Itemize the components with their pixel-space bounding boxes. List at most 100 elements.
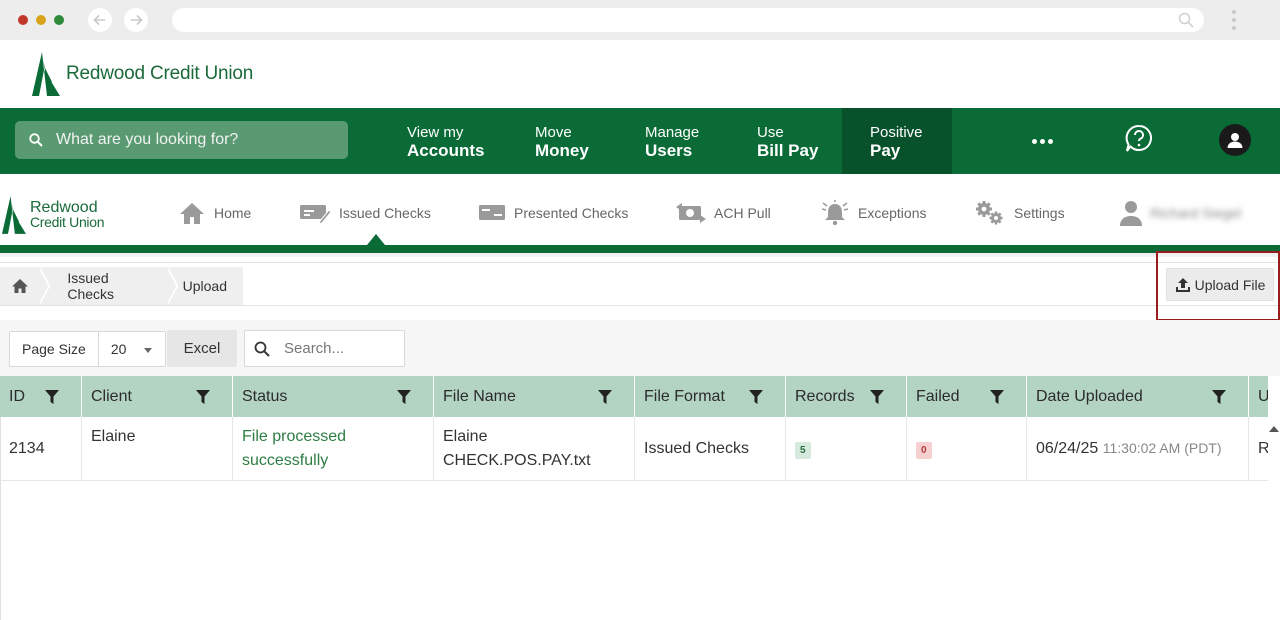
grid-search-input[interactable] (284, 340, 394, 357)
gears-icon (974, 200, 1006, 226)
browser-forward-button[interactable] (124, 8, 148, 32)
nav-manage-users[interactable]: Manage Users (645, 108, 699, 174)
records-badge[interactable]: 5 (795, 441, 811, 459)
window-maximize-dot[interactable] (54, 15, 64, 25)
column-header-client[interactable]: Client (82, 376, 233, 417)
subnav-ach-pull[interactable]: ACH Pull (676, 198, 771, 228)
filter-icon[interactable] (397, 390, 411, 404)
column-header-id[interactable]: ID (0, 376, 82, 417)
column-header-label: Status (242, 387, 288, 405)
subnav-user-profile[interactable]: Richard Siegel (1120, 198, 1241, 228)
window-minimize-dot[interactable] (36, 15, 46, 25)
app-subnav: Redwood Credit Union Home Issued Checks … (0, 174, 1280, 246)
cell-date-uploaded: 06/24/25 11:30:02 AM (PDT) (1027, 417, 1249, 481)
filter-icon[interactable] (598, 390, 612, 404)
subnav-user-name: Richard Siegel (1150, 205, 1242, 221)
filter-icon[interactable] (870, 390, 884, 404)
filter-icon[interactable] (45, 390, 59, 404)
status-text-line1: File processed (242, 428, 347, 445)
nav-positive-pay[interactable]: Positive Pay (842, 108, 952, 174)
cell-file-format: Issued Checks (635, 417, 786, 481)
global-search-input[interactable] (56, 131, 326, 149)
cell-text: 2134 (9, 440, 45, 457)
redwood-tree-icon (32, 52, 60, 96)
excel-export-button[interactable]: Excel (167, 330, 237, 367)
column-header-label: Records (795, 387, 855, 405)
user-avatar-icon[interactable] (1219, 124, 1251, 156)
page-size-label: Page Size (10, 332, 99, 366)
global-search[interactable] (15, 121, 348, 159)
subnav-exceptions[interactable]: Exceptions (820, 198, 926, 228)
nav-label-line2: Users (645, 141, 693, 160)
breadcrumb-issued-checks[interactable]: Issued Checks (51, 267, 167, 305)
filter-icon[interactable] (1212, 390, 1226, 404)
nav-view-accounts[interactable]: View my Accounts (407, 108, 484, 174)
subnav-settings[interactable]: Settings (974, 198, 1065, 228)
cell-text: Issued Checks (644, 440, 749, 457)
app-logo-line2: Credit Union (30, 214, 105, 230)
column-header-uploaded-by[interactable]: U (1249, 376, 1270, 417)
top-navigation: View my Accounts Move Money Manage Users… (0, 108, 1280, 174)
nav-label-line1: Move (535, 124, 572, 141)
cell-text: R (1258, 440, 1270, 457)
column-header-file-format[interactable]: File Format (635, 376, 786, 417)
nav-bill-pay[interactable]: Use Bill Pay (757, 108, 818, 174)
file-name-line1: Elaine (443, 428, 488, 445)
cell-uploaded-by: R (1249, 417, 1270, 481)
upload-file-button[interactable]: Upload File (1166, 268, 1274, 301)
vertical-scrollbar[interactable] (1268, 376, 1280, 620)
column-header-date-uploaded[interactable]: Date Uploaded (1027, 376, 1249, 417)
cell-file-name: Elaine CHECK.POS.PAY.txt (434, 417, 635, 481)
subnav-label: ACH Pull (714, 205, 771, 221)
bell-icon (820, 200, 850, 226)
filter-icon[interactable] (990, 390, 1004, 404)
arrow-left-icon (93, 14, 105, 26)
column-header-file-name[interactable]: File Name (434, 376, 635, 417)
page-size-dropdown[interactable]: 20 (99, 332, 165, 366)
window-close-dot[interactable] (18, 15, 28, 25)
subnav-presented-checks[interactable]: Presented Checks (478, 198, 628, 228)
ach-transfer-icon (676, 201, 706, 225)
column-header-records[interactable]: Records (786, 376, 907, 417)
brand-logo[interactable]: Redwood Credit Union (32, 52, 253, 96)
filter-icon[interactable] (196, 390, 210, 404)
browser-menu-icon[interactable] (1228, 8, 1240, 34)
failed-badge[interactable]: 0 (916, 441, 932, 459)
column-header-status[interactable]: Status (233, 376, 434, 417)
nav-move-money[interactable]: Move Money (535, 108, 589, 174)
nav-label-line2: Pay (870, 141, 901, 160)
presented-checks-icon (478, 203, 506, 223)
search-icon (254, 341, 270, 357)
file-name-line2: CHECK.POS.PAY.txt (443, 452, 591, 469)
browser-back-button[interactable] (88, 8, 112, 32)
issued-checks-icon (299, 201, 331, 225)
arrow-right-icon (131, 14, 143, 26)
search-icon (29, 133, 43, 147)
subnav-home[interactable]: Home (178, 198, 251, 228)
app-logo-text: Redwood Credit Union (30, 199, 105, 230)
page-size-value: 20 (110, 341, 127, 357)
breadcrumb-home[interactable] (0, 267, 40, 305)
subnav-issued-checks[interactable]: Issued Checks (299, 198, 431, 228)
filter-icon[interactable] (749, 390, 763, 404)
home-icon (178, 201, 206, 225)
more-dots-icon[interactable] (1032, 139, 1053, 144)
column-header-failed[interactable]: Failed (907, 376, 1027, 417)
help-chat-icon[interactable] (1124, 124, 1154, 159)
address-bar[interactable] (172, 8, 1204, 32)
app-logo[interactable]: Redwood Credit Union (2, 196, 105, 234)
status-text-line2: successfully (242, 452, 329, 469)
app-logo-line1: Redwood (30, 199, 98, 216)
page-size-select[interactable]: Page Size 20 (9, 331, 166, 367)
column-header-label: File Format (644, 387, 725, 405)
subnav-label: Exceptions (858, 205, 927, 221)
cell-failed: 0 (907, 417, 1027, 481)
grid-search[interactable] (244, 330, 405, 367)
table-row[interactable]: 2134 Elaine File processed successfully … (0, 417, 1270, 481)
chevron-down-icon (143, 348, 152, 353)
browser-chrome (0, 0, 1280, 40)
breadcrumb-separator-icon (167, 268, 178, 304)
scroll-up-arrow-icon[interactable] (1269, 426, 1279, 432)
breadcrumb-separator-icon (40, 268, 51, 304)
nav-label-line1: Manage (645, 124, 700, 141)
